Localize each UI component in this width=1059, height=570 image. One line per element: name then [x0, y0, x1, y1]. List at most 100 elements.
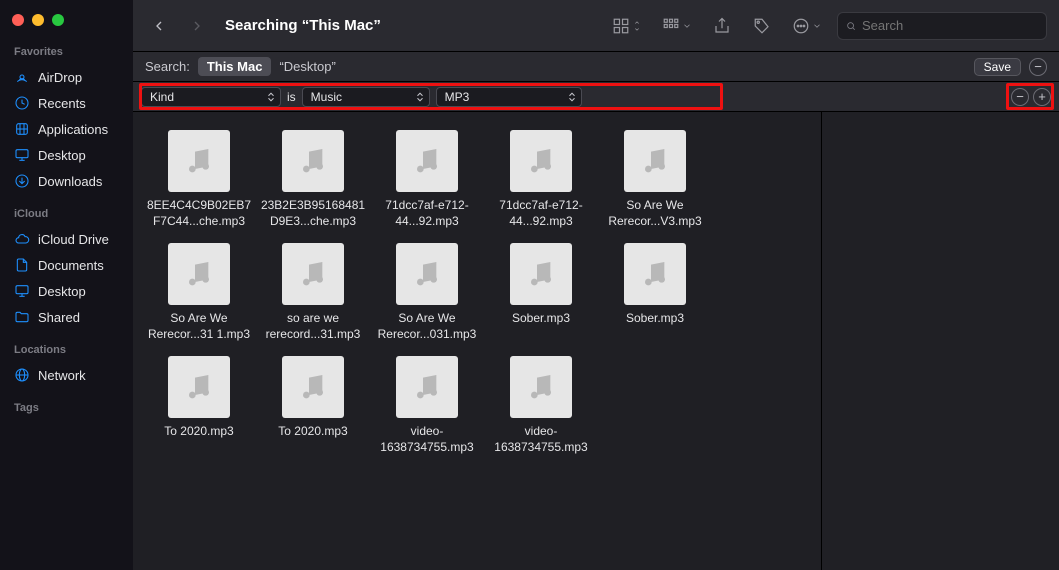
search-criteria-row: Kind is Music MP3 − + — [133, 82, 1059, 112]
file-name-label: 23B2E3B95168481D9E3...che.mp3 — [257, 198, 369, 229]
sidebar-section-label: Locations — [0, 340, 133, 360]
music-file-icon — [168, 243, 230, 305]
file-name-label: So Are We Rerecor...031.mp3 — [371, 311, 483, 342]
search-scope-label: Search: — [145, 59, 190, 74]
app-icon — [14, 121, 30, 137]
sidebar-item-documents[interactable]: Documents — [6, 252, 127, 278]
remove-criteria-button[interactable]: − — [1011, 88, 1029, 106]
file-name-label: 8EE4C4C9B02EB7F7C44...che.mp3 — [143, 198, 255, 229]
save-search-button[interactable]: Save — [974, 58, 1021, 76]
file-name-label: so are we rerecord...31.mp3 — [257, 311, 369, 342]
file-name-label: video-1638734755.mp3 — [485, 424, 597, 455]
file-item[interactable]: 8EE4C4C9B02EB7F7C44...che.mp3 — [143, 130, 255, 229]
minimize-window[interactable] — [32, 14, 44, 26]
doc-icon — [14, 257, 30, 273]
collapse-criteria-button[interactable]: − — [1029, 58, 1047, 76]
window-title: Searching “This Mac” — [225, 17, 381, 34]
sidebar-item-applications[interactable]: Applications — [6, 116, 127, 142]
music-file-icon — [396, 243, 458, 305]
dropdown-indicator-icon — [415, 92, 425, 102]
search-field-container[interactable] — [837, 12, 1047, 40]
music-file-icon — [624, 130, 686, 192]
criteria-value2: MP3 — [445, 90, 470, 104]
more-actions-menu[interactable] — [787, 12, 827, 40]
search-input[interactable] — [862, 18, 1038, 33]
criteria-attribute-value: Kind — [150, 90, 174, 104]
music-file-icon — [396, 130, 458, 192]
music-file-icon — [282, 243, 344, 305]
file-item[interactable]: 71dcc7af-e712-44...92.mp3 — [371, 130, 483, 229]
file-item[interactable]: So Are We Rerecor...31 1.mp3 — [143, 243, 255, 342]
music-file-icon — [510, 356, 572, 418]
dropdown-indicator-icon — [266, 92, 276, 102]
file-item[interactable]: To 2020.mp3 — [257, 356, 369, 455]
file-item[interactable]: To 2020.mp3 — [143, 356, 255, 455]
sidebar-item-label: Shared — [38, 310, 80, 325]
file-item[interactable]: video-1638734755.mp3 — [485, 356, 597, 455]
criteria-value2-select[interactable]: MP3 — [436, 87, 582, 107]
sidebar-item-label: Recents — [38, 96, 86, 111]
preview-pane — [821, 112, 1059, 570]
sidebar-item-airdrop[interactable]: AirDrop — [6, 64, 127, 90]
sidebar-item-recents[interactable]: Recents — [6, 90, 127, 116]
search-icon — [846, 19, 856, 33]
back-button[interactable] — [145, 12, 173, 40]
cloud-icon — [14, 231, 30, 247]
window-controls — [0, 8, 133, 42]
sidebar-item-label: iCloud Drive — [38, 232, 109, 247]
dropdown-indicator-icon — [567, 92, 577, 102]
files-grid-area[interactable]: 8EE4C4C9B02EB7F7C44...che.mp323B2E3B9516… — [133, 112, 821, 570]
scope-bar: Search: This Mac “Desktop” Save − — [133, 52, 1059, 82]
close-window[interactable] — [12, 14, 24, 26]
file-name-label: To 2020.mp3 — [276, 424, 349, 440]
music-file-icon — [168, 130, 230, 192]
file-item[interactable]: Sober.mp3 — [599, 243, 711, 342]
file-name-label: Sober.mp3 — [624, 311, 686, 327]
forward-button[interactable] — [183, 12, 211, 40]
sidebar-item-desktop[interactable]: Desktop — [6, 278, 127, 304]
file-item[interactable]: so are we rerecord...31.mp3 — [257, 243, 369, 342]
sidebar-item-label: Desktop — [38, 148, 86, 163]
view-icon-mode[interactable] — [607, 12, 647, 40]
main-area: Searching “This Mac” — [133, 0, 1059, 570]
share-icon[interactable] — [707, 12, 737, 40]
sidebar-item-label: Downloads — [38, 174, 102, 189]
sidebar-item-label: Desktop — [38, 284, 86, 299]
criteria-attribute-select[interactable]: Kind — [141, 87, 281, 107]
file-name-label: 71dcc7af-e712-44...92.mp3 — [485, 198, 597, 229]
file-item[interactable]: 71dcc7af-e712-44...92.mp3 — [485, 130, 597, 229]
criteria-value1-select[interactable]: Music — [302, 87, 430, 107]
file-item[interactable]: So Are We Rerecor...031.mp3 — [371, 243, 483, 342]
music-file-icon — [510, 243, 572, 305]
fullscreen-window[interactable] — [52, 14, 64, 26]
group-by-menu[interactable] — [657, 12, 697, 40]
sidebar-item-desktop[interactable]: Desktop — [6, 142, 127, 168]
file-name-label: Sober.mp3 — [510, 311, 572, 327]
sidebar-section-label: Favorites — [0, 42, 133, 62]
music-file-icon — [624, 243, 686, 305]
clock-icon — [14, 95, 30, 111]
sidebar-item-shared[interactable]: Shared — [6, 304, 127, 330]
tag-icon[interactable] — [747, 12, 777, 40]
sidebar-item-label: Network — [38, 368, 86, 383]
file-item[interactable]: video-1638734755.mp3 — [371, 356, 483, 455]
file-name-label: 71dcc7af-e712-44...92.mp3 — [371, 198, 483, 229]
sidebar-item-network[interactable]: Network — [6, 362, 127, 388]
file-item[interactable]: So Are We Rerecor...V3.mp3 — [599, 130, 711, 229]
sidebar-item-icloud-drive[interactable]: iCloud Drive — [6, 226, 127, 252]
airdrop-icon — [14, 69, 30, 85]
criteria-operator: is — [287, 90, 296, 104]
music-file-icon — [396, 356, 458, 418]
download-icon — [14, 173, 30, 189]
file-name-label: So Are We Rerecor...V3.mp3 — [599, 198, 711, 229]
scope-this-mac[interactable]: This Mac — [198, 57, 272, 76]
sidebar-item-label: AirDrop — [38, 70, 82, 85]
sidebar: Favorites AirDrop Recents Applications Deskt… — [0, 0, 133, 570]
file-item[interactable]: 23B2E3B95168481D9E3...che.mp3 — [257, 130, 369, 229]
sidebar-item-downloads[interactable]: Downloads — [6, 168, 127, 194]
music-file-icon — [282, 130, 344, 192]
scope-desktop[interactable]: “Desktop” — [279, 59, 335, 74]
add-criteria-button[interactable]: + — [1033, 88, 1051, 106]
globe-icon — [14, 367, 30, 383]
file-item[interactable]: Sober.mp3 — [485, 243, 597, 342]
